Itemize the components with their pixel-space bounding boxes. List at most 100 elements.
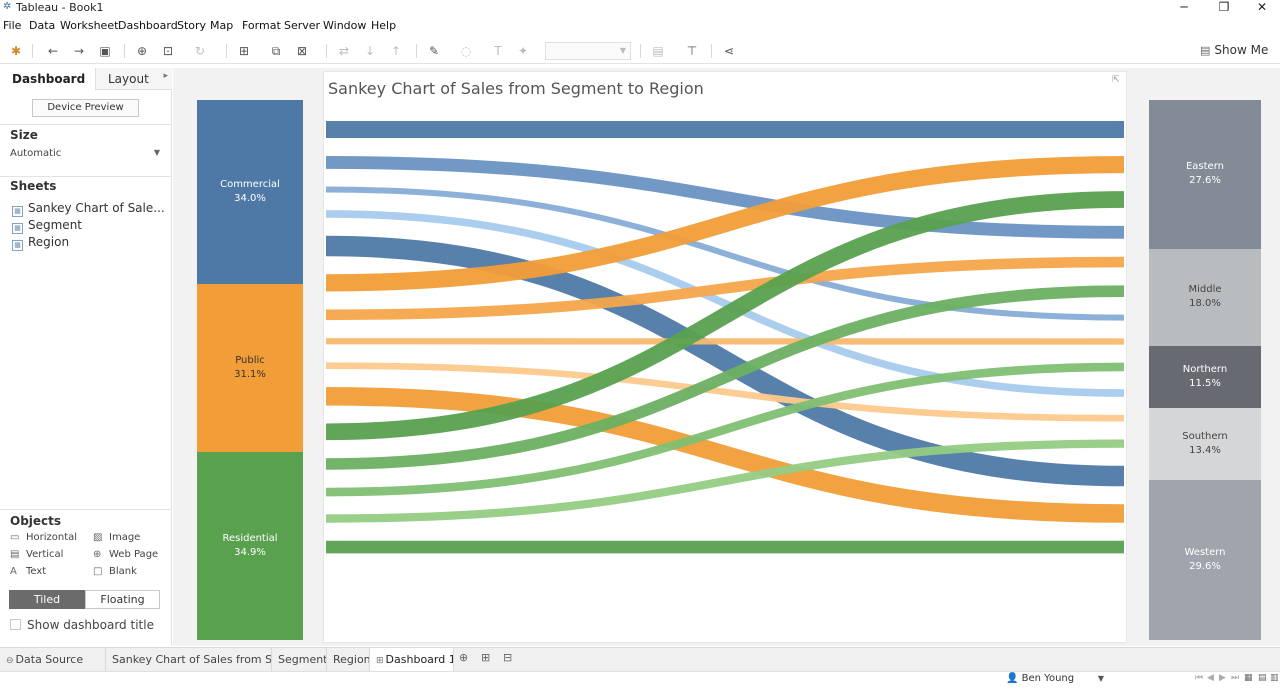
maximize-button[interactable]: ❐: [1206, 0, 1242, 16]
expand-icon[interactable]: ⇱: [1112, 75, 1120, 85]
menu-story[interactable]: Story: [177, 19, 206, 32]
sheet-label: Sankey Chart of Sale...: [28, 201, 165, 215]
device-preview-button[interactable]: Device Preview: [32, 99, 139, 117]
dashboard-icon: ⊞: [376, 656, 384, 666]
highlight-icon[interactable]: ✎: [426, 43, 442, 59]
menu-bar: File Data Worksheet Dashboard Story Map …: [0, 18, 1280, 34]
region-name: Northern: [1182, 364, 1228, 375]
tab-segment[interactable]: Segment: [272, 648, 327, 672]
menu-map[interactable]: Map: [210, 19, 233, 32]
menu-dashboard[interactable]: Dashboard: [118, 19, 178, 32]
size-dropdown[interactable]: Automatic ▼: [10, 148, 162, 162]
menu-server[interactable]: Server: [284, 19, 320, 32]
menu-data[interactable]: Data: [29, 19, 55, 32]
sheet-item-region[interactable]: ▦ Region: [12, 235, 69, 251]
segment-name: Residential: [222, 532, 278, 544]
segment-name: Commercial: [220, 178, 280, 190]
sort-desc-icon[interactable]: ↑: [388, 43, 404, 59]
tab-label: Data Source: [15, 653, 84, 666]
tableau-icon: ✲: [3, 1, 12, 12]
save-icon[interactable]: ▣: [97, 43, 113, 59]
tableau-logo-icon[interactable]: ✱: [8, 43, 24, 59]
minimize-button[interactable]: ─: [1166, 0, 1202, 16]
object-blank[interactable]: □ Blank: [93, 566, 137, 577]
segment-percent: 31.1%: [234, 368, 266, 380]
filmstrip-view-icon[interactable]: ▥: [1270, 673, 1279, 683]
redo-icon[interactable]: →: [71, 43, 87, 59]
group-icon[interactable]: ◌: [458, 43, 474, 59]
fit-icon[interactable]: ▤: [650, 43, 666, 59]
object-label: Vertical: [26, 549, 64, 560]
refresh-icon[interactable]: ↻: [192, 43, 208, 59]
tab-layout[interactable]: Layout ▸: [95, 68, 172, 90]
list-view-icon[interactable]: ▤: [1258, 673, 1267, 683]
new-story-icon[interactable]: ⊟: [503, 651, 512, 664]
sheets-title: Sheets: [10, 179, 57, 193]
tab-sankey-sheet[interactable]: Sankey Chart of Sales from Seg...: [106, 648, 272, 672]
close-button[interactable]: ✕: [1244, 0, 1280, 16]
worksheet-icon: ▦: [12, 206, 23, 217]
object-image[interactable]: ▨ Image: [93, 532, 140, 543]
new-worksheet-icon[interactable]: ⊕: [459, 651, 468, 664]
sheet-item-segment[interactable]: ▦ Segment: [12, 218, 82, 234]
show-dashboard-title-checkbox[interactable]: Show dashboard title: [10, 618, 154, 632]
menu-worksheet[interactable]: Worksheet: [60, 19, 118, 32]
sort-asc-icon[interactable]: ↓: [362, 43, 378, 59]
object-vertical[interactable]: ▤ Vertical: [10, 549, 63, 560]
swap-icon[interactable]: ⇄: [336, 43, 352, 59]
pin-icon[interactable]: ✦: [515, 43, 531, 59]
tab-dashboard-1[interactable]: ⊞ Dashboard 1: [370, 648, 454, 672]
new-worksheet-icon[interactable]: ⊞: [236, 43, 252, 59]
menu-file[interactable]: File: [3, 19, 21, 32]
grid-view-icon[interactable]: ▦: [1244, 673, 1253, 683]
object-text[interactable]: A Text: [10, 566, 46, 577]
menu-format[interactable]: Format: [242, 19, 281, 32]
pause-updates-icon[interactable]: ⊡: [160, 43, 176, 59]
share-icon[interactable]: ⋖: [721, 43, 737, 59]
tiled-button[interactable]: Tiled: [9, 590, 85, 609]
show-me-icon: ▤: [1200, 44, 1211, 57]
first-page-icon[interactable]: ⏮: [1195, 673, 1203, 683]
object-label: Web Page: [109, 549, 159, 560]
undo-icon[interactable]: ←: [45, 43, 61, 59]
tab-region[interactable]: Region: [327, 648, 370, 672]
region-name: Western: [1184, 547, 1226, 559]
new-datasource-icon[interactable]: ⊕: [134, 43, 150, 59]
toolbar-separator: [416, 44, 417, 58]
region-label: Western 29.6%: [1149, 546, 1261, 574]
user-icon: 👤: [1006, 673, 1019, 684]
object-web-page[interactable]: ⊕ Web Page: [93, 549, 158, 560]
segment-percent: 34.0%: [234, 192, 266, 204]
size-title: Size: [10, 128, 38, 142]
user-menu[interactable]: 👤 Ben Young ▼: [1006, 673, 1106, 687]
segment-label: Commercial 34.0%: [197, 178, 303, 206]
menu-help[interactable]: Help: [371, 19, 396, 32]
region-percent: 27.6%: [1189, 175, 1221, 187]
presentation-icon[interactable]: ⊤: [684, 43, 700, 59]
tab-data-source[interactable]: ⊖ Data Source: [0, 648, 106, 672]
menu-window[interactable]: Window: [323, 19, 366, 32]
blank-icon: □: [93, 566, 103, 577]
new-dashboard-icon[interactable]: ⊞: [481, 651, 490, 664]
worksheet-icon: ▦: [12, 223, 23, 234]
region-percent: 18.0%: [1189, 298, 1221, 310]
clear-sheet-icon[interactable]: ⊠: [294, 43, 310, 59]
more-icon[interactable]: ▸: [163, 71, 168, 81]
label-icon[interactable]: T: [490, 43, 506, 59]
worksheet-icon: ▦: [12, 240, 23, 251]
next-page-icon[interactable]: ▶: [1219, 673, 1226, 683]
show-me-button[interactable]: ▤ Show Me: [1200, 43, 1268, 57]
prev-page-icon[interactable]: ◀: [1207, 673, 1214, 683]
last-page-icon[interactable]: ⏭: [1231, 673, 1239, 683]
horizontal-icon: ▭: [10, 532, 20, 543]
floating-button[interactable]: Floating: [85, 590, 160, 609]
sheet-item-sankey[interactable]: ▦ Sankey Chart of Sale...: [12, 201, 165, 217]
sheet-tab-bar: ⊖ Data Source Sankey Chart of Sales from …: [0, 647, 1280, 672]
object-horizontal[interactable]: ▭ Horizontal: [10, 532, 77, 543]
chevron-down-icon: ▼: [1097, 674, 1104, 683]
checkbox-icon: [10, 619, 21, 630]
duplicate-icon[interactable]: ⧉: [268, 43, 284, 59]
tab-dashboard[interactable]: Dashboard: [0, 68, 95, 90]
fit-dropdown[interactable]: ▼: [545, 42, 631, 60]
vertical-icon: ▤: [10, 549, 20, 560]
